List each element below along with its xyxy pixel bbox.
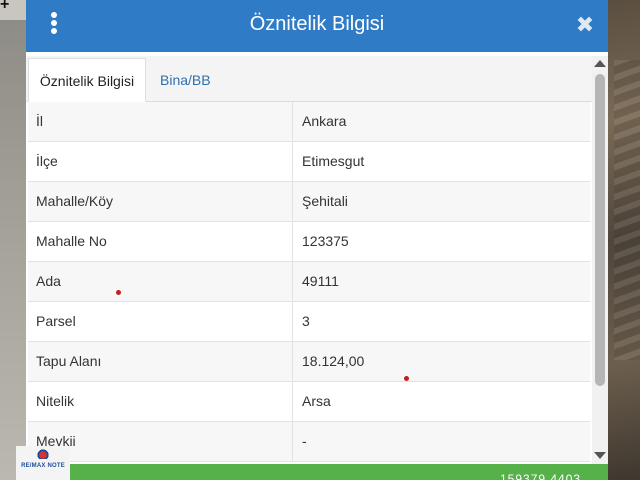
attribute-label: İl [36, 113, 43, 129]
attribute-value: 3 [302, 313, 310, 329]
attribute-value: 123375 [302, 233, 349, 249]
attribute-value: 49111 [302, 273, 339, 289]
tab-attribute-info[interactable]: Öznitelik Bilgisi [28, 58, 146, 102]
dialog-title: Öznitelik Bilgisi [249, 13, 385, 35]
table-row: İlçe Etimesgut [28, 142, 590, 182]
cell-divider [292, 262, 293, 302]
table-row: Tapu Alanı 18.124,00 [28, 342, 590, 382]
balloon-icon [36, 449, 50, 459]
dialog-header: Öznitelik Bilgisi ✖ [26, 0, 608, 52]
zoom-in-icon[interactable]: + [0, 0, 12, 13]
attribute-table: İl Ankara İlçe Etimesgut Mahalle/Köy Şeh… [26, 102, 592, 464]
attribute-label: Mahalle/Köy [36, 193, 114, 209]
map-background-left [0, 0, 26, 480]
attribute-label: Mevkii [36, 433, 76, 449]
vertical-scrollbar[interactable] [592, 56, 608, 464]
table-row: Mahalle No 123375 [28, 222, 590, 262]
table-row: İl Ankara [28, 102, 590, 142]
map-background-right [608, 0, 640, 480]
table-row: Ada 49111 [28, 262, 590, 302]
attribute-value: Arsa [302, 393, 331, 409]
cell-divider [292, 182, 293, 222]
cell-divider [292, 382, 293, 422]
logo-text: RE/MAX NOTE [21, 463, 65, 469]
scrollbar-thumb[interactable] [595, 74, 605, 386]
annotation-dot [404, 376, 409, 381]
attribute-value: Etimesgut [302, 153, 365, 169]
cell-divider [292, 102, 293, 142]
tab-building-list[interactable]: Bina/BB Listesi [152, 58, 262, 132]
attribute-label: Parsel [36, 313, 76, 329]
attribute-value: Şehitali [302, 193, 348, 209]
attribute-label: İlçe [36, 153, 58, 169]
cell-divider [292, 142, 293, 182]
scroll-up-arrow-icon[interactable] [594, 60, 606, 67]
attribute-value: - [302, 433, 307, 449]
tab-bar: Öznitelik Bilgisi Bina/BB Listesi [26, 56, 608, 132]
cell-divider [292, 342, 293, 382]
cell-divider [292, 422, 293, 462]
cell-divider [292, 222, 293, 262]
attribute-label: Nitelik [36, 393, 75, 409]
scroll-down-arrow-icon[interactable] [594, 452, 606, 459]
table-row: Mevkii - [28, 422, 590, 462]
annotation-dot [116, 290, 121, 295]
attribute-info-dialog: Öznitelik Bilgisi ✖ Öznitelik Bilgisi Bi… [26, 0, 608, 480]
footer-text: 159379 4403 [500, 472, 582, 480]
table-row: Mahalle/Köy Şehitali [28, 182, 590, 222]
attribute-label: Mahalle No [36, 233, 107, 249]
attribute-label: Ada [36, 273, 61, 289]
attribute-value: 18.124,00 [302, 353, 365, 369]
close-icon[interactable]: ✖ [574, 14, 596, 36]
attribute-label: Tapu Alanı [36, 353, 102, 369]
table-row: Nitelik Arsa [28, 382, 590, 422]
cell-divider [292, 302, 293, 342]
attribute-value: Ankara [302, 113, 347, 129]
table-row: Parsel 3 [28, 302, 590, 342]
remax-logo: RE/MAX NOTE [16, 446, 70, 480]
